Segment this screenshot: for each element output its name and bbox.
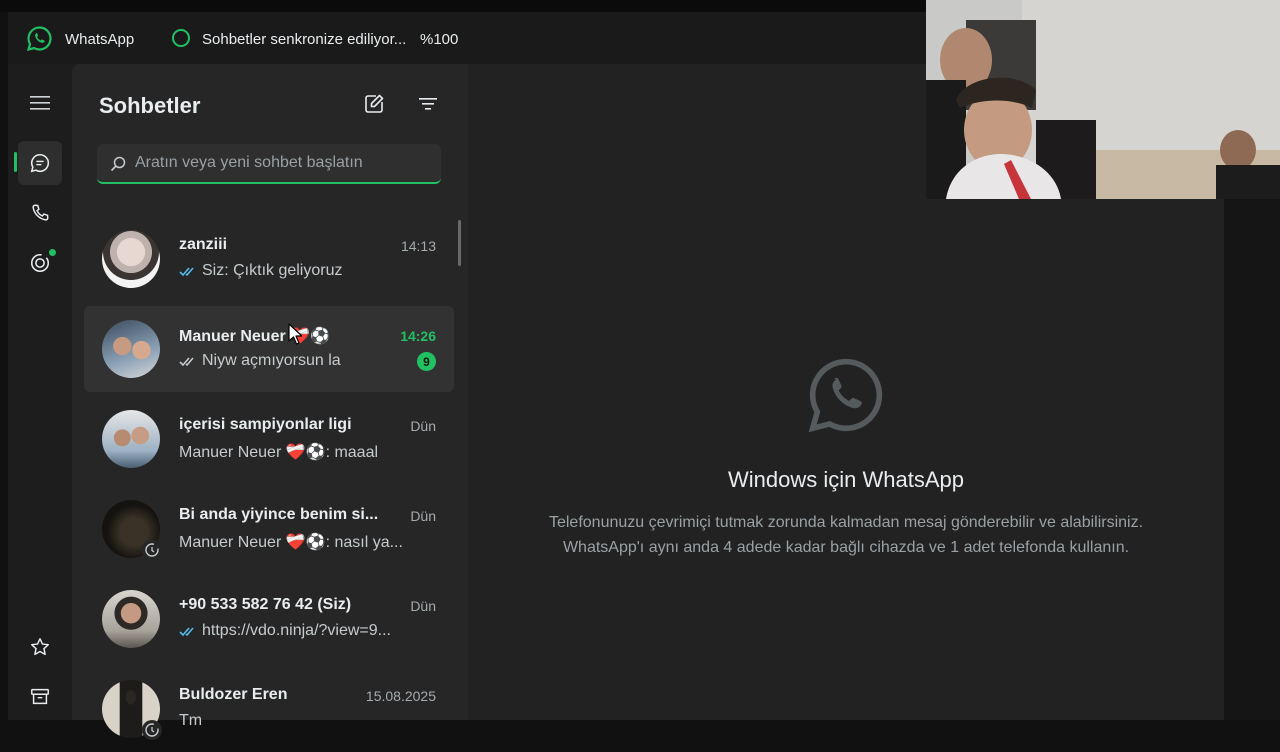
new-chat-icon[interactable] — [362, 92, 386, 116]
chat-preview: https://vdo.ninja/?view=9... — [179, 622, 391, 640]
app-title: WhatsApp — [65, 31, 135, 48]
chat-preview-text: Manuer Neuer ❤️‍🩹⚽: nasıl ya... — [179, 534, 403, 551]
webcam-overlay — [926, 0, 1280, 199]
welcome-desc-line: WhatsApp'ı aynı anda 4 adede kadar bağlı… — [562, 539, 1130, 556]
chat-list-title: Sohbetler — [99, 93, 201, 118]
status-ring-icon — [142, 720, 162, 740]
status-new-dot — [49, 249, 56, 256]
avatar — [102, 410, 160, 468]
avatar — [102, 320, 160, 378]
webcam-image — [926, 0, 1280, 199]
search-icon — [110, 156, 126, 172]
whatsapp-logo-icon — [26, 26, 52, 52]
welcome-title: Windows için WhatsApp — [728, 467, 964, 492]
starred-button[interactable] — [18, 625, 62, 669]
status-icon — [30, 253, 50, 273]
chat-name: zanziii — [179, 236, 228, 253]
chat-preview-text: Siz: Çıktık geliyoruz — [202, 262, 343, 279]
chat-list-scrollbar[interactable] — [458, 220, 461, 266]
nav-rail — [8, 64, 72, 720]
delivered-ticks-icon — [179, 356, 194, 366]
menu-icon — [30, 96, 50, 110]
chat-time: Dün — [410, 418, 436, 434]
sync-percent: %100 — [420, 31, 459, 48]
unread-count-badge: 9 — [417, 352, 436, 371]
chat-item-bi-anda-yiyince[interactable]: Bi anda yiyince benim si... Dün Manuer N… — [84, 486, 454, 572]
chat-time: 14:13 — [400, 238, 436, 254]
chat-preview-text: https://vdo.ninja/?view=9... — [202, 622, 391, 639]
chats-icon — [30, 153, 50, 173]
chat-preview-text: Manuer Neuer ❤️‍🩹⚽: maaal — [179, 444, 379, 461]
chat-name: Buldozer Eren — [179, 686, 288, 703]
chat-item-zanziii[interactable]: zanziii 14:13 Siz: Çıktık geliyoruz — [84, 216, 454, 302]
chat-preview: Siz: Çıktık geliyoruz — [179, 262, 342, 280]
active-tab-indicator — [14, 152, 17, 172]
filter-icon[interactable] — [416, 92, 440, 116]
chat-name: +90 533 582 76 42 (Siz) — [179, 596, 352, 613]
chat-name: içerisi sampiyonlar ligi — [179, 416, 352, 433]
chat-item-buldozer-eren[interactable]: Buldozer Eren 15.08.2025 Tm — [84, 666, 454, 752]
status-tab-button[interactable] — [18, 241, 62, 285]
status-ring-icon — [142, 540, 162, 560]
chat-item-icerisi-sampiyonlar-ligi[interactable]: içerisi sampiyonlar ligi Dün Manuer Neue… — [84, 396, 454, 482]
starred-icon — [31, 638, 49, 656]
chat-preview: Manuer Neuer ❤️‍🩹⚽: nasıl ya... — [179, 532, 403, 552]
archive-icon — [31, 688, 49, 705]
chat-preview: Manuer Neuer ❤️‍🩹⚽: maaal — [179, 442, 378, 462]
chat-name: Bi anda yiyince benim si... — [179, 506, 379, 523]
read-ticks-icon — [179, 266, 194, 276]
whatsapp-logo-icon — [808, 358, 883, 433]
mouse-cursor-icon — [288, 323, 302, 345]
archived-button[interactable] — [18, 675, 62, 719]
welcome-desc-line: Telefonunuzu çevrimiçi tutmak zorunda ka… — [548, 514, 1144, 531]
calls-icon — [32, 204, 49, 221]
chat-preview-text: Tm — [179, 712, 203, 729]
chat-list-pane: Sohbetler zanziii 14:13 Siz: Çıktık — [72, 64, 468, 740]
sync-status-text: Sohbetler senkronize ediliyor... — [202, 31, 407, 48]
chat-time: Dün — [410, 508, 436, 524]
chat-time: 14:26 — [400, 328, 436, 344]
search-box — [97, 144, 441, 184]
chat-name: Manuer Neuer ❤️‍🩹⚽ — [179, 328, 330, 345]
chat-item-manuer-neuer[interactable]: Manuer Neuer ❤️‍🩹⚽ 14:26 Niyw açmıyorsun… — [84, 306, 454, 392]
sync-progress-icon — [172, 29, 190, 47]
calls-tab-button[interactable] — [18, 191, 62, 235]
chat-preview: Tm — [179, 712, 202, 730]
chat-preview-text: Niyw açmıyorsun la — [202, 352, 341, 369]
avatar — [102, 590, 160, 648]
avatar — [102, 230, 160, 288]
chat-preview: Niyw açmıyorsun la — [179, 352, 341, 370]
welcome-description: Telefonunuzu çevrimiçi tutmak zorunda ka… — [468, 510, 1224, 560]
chat-time: 15.08.2025 — [365, 688, 436, 704]
chat-time: Dün — [410, 598, 436, 614]
chat-item-self[interactable]: +90 533 582 76 42 (Siz) Dün https://vdo.… — [84, 576, 454, 662]
search-input[interactable] — [135, 144, 430, 182]
menu-button[interactable] — [18, 81, 62, 125]
screen-right-strip — [1224, 199, 1280, 720]
chats-tab-button[interactable] — [18, 141, 62, 185]
read-ticks-icon — [179, 626, 194, 636]
